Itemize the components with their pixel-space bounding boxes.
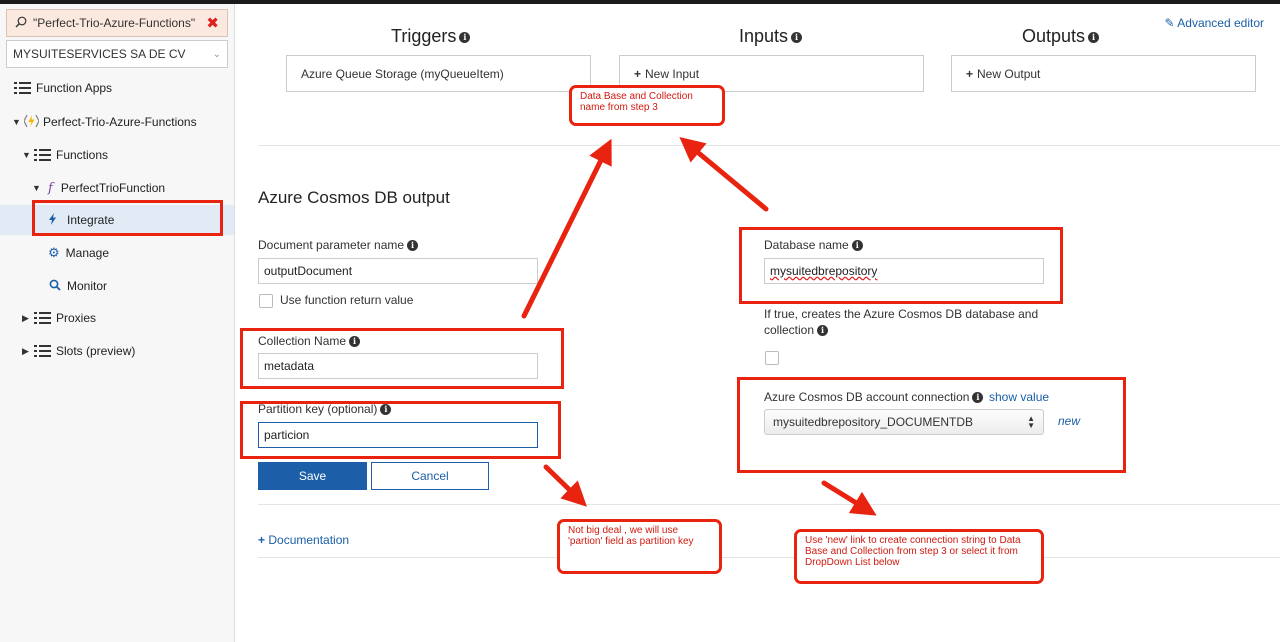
create-if-checkbox[interactable] xyxy=(765,351,779,365)
divider xyxy=(258,557,1280,558)
sidebar-item-functions[interactable]: ▼ Functions xyxy=(0,140,234,170)
sidebar-item-label: Perfect-Trio-Azure-Functions xyxy=(43,115,197,129)
sidebar-item-manage[interactable]: ⚙ Manage xyxy=(0,238,234,268)
sidebar-item-label: Monitor xyxy=(67,279,108,293)
info-icon[interactable]: i xyxy=(817,325,829,337)
sidebar-item-label: PerfectTrioFunction xyxy=(60,181,166,195)
main-panel: ✎ Advanced editor Triggers i Inputs i Outp… xyxy=(236,4,1280,642)
search-icon xyxy=(49,279,61,294)
chevron-down-icon: ⌄ xyxy=(212,48,221,60)
highlight-partition xyxy=(240,401,561,459)
collapse-triangle-icon: ▶ xyxy=(22,345,29,356)
trigger-item-label: Azure Queue Storage (myQueueItem) xyxy=(301,66,504,81)
sidebar-item-proxies[interactable]: ▶ Proxies xyxy=(0,303,234,333)
advanced-editor-label: Advanced editor xyxy=(1177,16,1264,30)
triggers-label: Triggers xyxy=(391,26,457,46)
sidebar-item-label: Manage xyxy=(65,246,110,260)
sidebar-item-monitor[interactable]: Monitor xyxy=(0,271,234,301)
new-output-label: New Output xyxy=(977,66,1041,81)
info-icon[interactable]: i xyxy=(407,240,419,252)
documentation-link[interactable]: + Documentation xyxy=(258,533,349,547)
list-icon xyxy=(34,149,51,161)
gear-icon: ⚙ xyxy=(48,245,60,260)
subscription-select[interactable]: MYSUITESERVICES SA DE CV ⌄ xyxy=(6,40,228,68)
triggers-title: Triggers i xyxy=(391,26,471,47)
outputs-label: Outputs xyxy=(1022,26,1086,46)
search-icon xyxy=(15,16,27,31)
new-output-button[interactable]: + New Output xyxy=(951,55,1256,92)
callout-new-link: Use 'new' link to create connection stri… xyxy=(794,529,1044,584)
function-app-icon xyxy=(23,114,40,131)
documentation-label: Documentation xyxy=(268,533,350,547)
list-icon xyxy=(34,345,51,357)
expand-triangle-icon: ▼ xyxy=(12,117,21,127)
sidebar-item-label: Functions xyxy=(56,148,109,162)
sidebar-item-function[interactable]: ▼ f PerfectTrioFunction xyxy=(0,173,234,203)
info-icon[interactable]: i xyxy=(791,31,803,43)
section-title: Azure Cosmos DB output xyxy=(258,188,450,207)
sidebar-item-function-apps[interactable]: Function Apps xyxy=(0,73,234,103)
divider xyxy=(258,145,1280,146)
highlight-database xyxy=(739,227,1063,304)
sidebar-item-slots[interactable]: ▶ Slots (preview) xyxy=(0,336,234,366)
advanced-editor-link[interactable]: ✎ Advanced editor xyxy=(1165,16,1264,30)
sidebar-item-function-app[interactable]: ▼ Perfect-Trio-Azure-Functions xyxy=(0,107,234,137)
sidebar-item-label: Proxies xyxy=(56,311,97,325)
function-icon: f xyxy=(48,180,53,196)
cancel-button[interactable]: Cancel xyxy=(371,462,489,490)
use-return-checkbox[interactable] xyxy=(259,294,273,308)
use-return-label: Use function return value xyxy=(280,293,414,307)
doc-param-input[interactable]: outputDocument xyxy=(258,258,538,284)
edit-icon: ✎ xyxy=(1164,16,1175,30)
create-if-text: If true, creates the Azure Cosmos DB dat… xyxy=(764,307,1039,337)
expand-triangle-icon: ▼ xyxy=(22,150,31,160)
sidebar-item-label: Slots (preview) xyxy=(56,344,136,358)
info-icon[interactable]: i xyxy=(459,31,471,43)
highlight-integrate xyxy=(32,200,223,236)
list-icon xyxy=(14,82,31,94)
highlight-account xyxy=(737,377,1126,473)
doc-param-label-text: Document parameter name xyxy=(258,238,405,252)
doc-param-label: Document parameter name i xyxy=(258,238,419,252)
info-icon[interactable]: i xyxy=(1088,31,1100,43)
search-input[interactable]: "Perfect-Trio-Azure-Functions" ✖ xyxy=(6,9,228,37)
create-if-label: If true, creates the Azure Cosmos DB dat… xyxy=(764,306,1044,338)
close-icon[interactable]: ✖ xyxy=(206,14,219,32)
search-text: "Perfect-Trio-Azure-Functions" xyxy=(33,16,196,30)
highlight-collection xyxy=(240,328,564,389)
plus-icon: + xyxy=(634,66,642,81)
plus-icon: + xyxy=(258,533,266,547)
outputs-title: Outputs i xyxy=(1022,26,1100,47)
callout-step3: Data Base and Collection name from step … xyxy=(569,85,725,126)
subscription-value: MYSUITESERVICES SA DE CV xyxy=(13,47,186,61)
inputs-title: Inputs i xyxy=(739,26,803,47)
save-button[interactable]: Save xyxy=(258,462,367,490)
list-icon xyxy=(34,312,51,324)
trigger-item[interactable]: Azure Queue Storage (myQueueItem) xyxy=(286,55,591,92)
inputs-label: Inputs xyxy=(739,26,789,46)
expand-triangle-icon: ▼ xyxy=(32,183,41,193)
sidebar-item-label: Function Apps xyxy=(36,81,113,95)
plus-icon: + xyxy=(966,66,974,81)
divider xyxy=(258,504,1280,505)
new-input-label: New Input xyxy=(645,66,700,81)
callout-partition: Not big deal , we will use 'partion' fie… xyxy=(557,519,722,574)
collapse-triangle-icon: ▶ xyxy=(22,312,29,323)
sidebar: "Perfect-Trio-Azure-Functions" ✖ MYSUITE… xyxy=(0,4,235,642)
